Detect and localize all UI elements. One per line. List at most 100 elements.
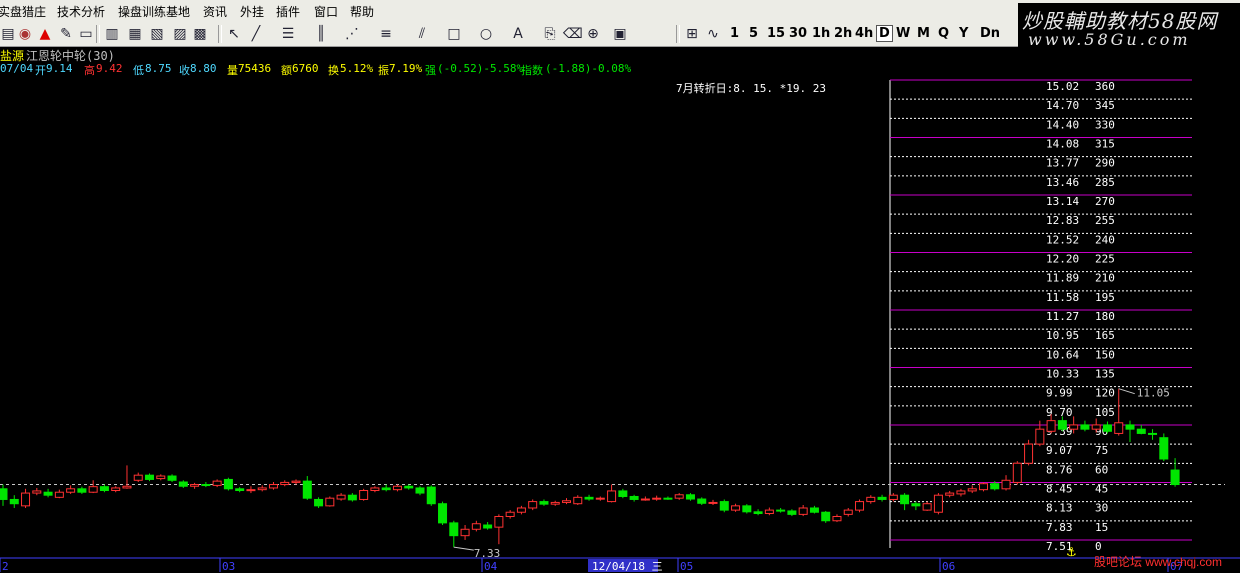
candle-body[interactable] — [776, 509, 786, 512]
candle-body[interactable] — [32, 490, 42, 494]
candle-body[interactable] — [1102, 424, 1112, 432]
candle-body[interactable] — [731, 505, 741, 511]
candle-body[interactable] — [539, 501, 549, 505]
candle-body[interactable] — [66, 488, 76, 493]
candle-body[interactable] — [325, 497, 335, 507]
candle-body[interactable] — [1159, 437, 1169, 460]
candle-body[interactable] — [336, 494, 346, 500]
candle-body[interactable] — [528, 501, 538, 509]
candle-body[interactable] — [426, 486, 436, 505]
candle-body[interactable] — [911, 503, 921, 507]
candle-body[interactable] — [945, 492, 955, 496]
candle-body[interactable] — [821, 511, 831, 522]
period-button-w[interactable]: W — [896, 26, 910, 41]
candle-body[interactable] — [753, 511, 763, 515]
candle-body[interactable] — [99, 486, 109, 492]
line-draw-icon[interactable]: ╱ — [248, 26, 264, 42]
save-icon[interactable]: ▣ — [612, 26, 628, 42]
candle-body[interactable] — [1136, 428, 1146, 434]
candle-body[interactable] — [145, 474, 155, 480]
menu-item-0[interactable]: 实盘猎庄 — [0, 3, 46, 20]
candle-body[interactable] — [1069, 424, 1079, 430]
candle-body[interactable] — [280, 481, 290, 486]
candle-body[interactable] — [1001, 479, 1011, 490]
candle-body[interactable] — [685, 494, 695, 500]
candle-body[interactable] — [1170, 469, 1180, 486]
candle-body[interactable] — [483, 524, 493, 529]
eraser-icon[interactable]: ⌫ — [563, 26, 583, 42]
menu-item-7[interactable]: 帮助 — [350, 3, 374, 20]
candle-body[interactable] — [201, 484, 211, 487]
candle-body[interactable] — [855, 501, 865, 511]
period-button-1h[interactable]: 1h — [812, 26, 830, 41]
candle-body[interactable] — [1024, 443, 1034, 464]
candle-body[interactable] — [618, 490, 628, 497]
text-a-icon[interactable]: A — [510, 26, 526, 42]
candle-body[interactable] — [1080, 424, 1090, 430]
candle-body[interactable] — [359, 490, 369, 500]
candle-body[interactable] — [1125, 424, 1135, 430]
candle-body[interactable] — [235, 488, 245, 492]
candle-body[interactable] — [314, 498, 324, 507]
candle-body[interactable] — [178, 481, 188, 487]
globe-icon[interactable]: ◉ — [17, 26, 33, 42]
candle-body[interactable] — [866, 496, 876, 503]
candle-body[interactable] — [471, 523, 481, 530]
candle-body[interactable] — [584, 496, 594, 500]
candle-body[interactable] — [449, 522, 459, 537]
candle-body[interactable] — [990, 483, 1000, 490]
cursor-icon[interactable]: ↖ — [226, 26, 242, 42]
candle-body[interactable] — [404, 485, 414, 489]
candle-body[interactable] — [111, 487, 121, 492]
period-button-q[interactable]: Q — [938, 26, 949, 41]
menu-item-1[interactable]: 技术分析 — [57, 3, 105, 20]
candle-body[interactable] — [663, 497, 673, 500]
candle-body[interactable] — [223, 478, 233, 490]
menu-item-3[interactable]: 资讯 — [203, 3, 227, 20]
candle-body[interactable] — [809, 507, 819, 513]
parallel-lines-icon[interactable]: ║ — [313, 26, 329, 42]
candle-body[interactable] — [167, 475, 177, 481]
period-button-1[interactable]: 1 — [730, 26, 739, 41]
candle-body[interactable] — [516, 507, 526, 513]
candle-body[interactable] — [21, 492, 31, 507]
candle-body[interactable] — [302, 480, 312, 499]
candle-body[interactable] — [246, 489, 256, 492]
menu-item-6[interactable]: 窗口 — [314, 3, 338, 20]
candle-body[interactable] — [900, 494, 910, 505]
candle-body[interactable] — [798, 507, 808, 515]
candle-body[interactable] — [212, 480, 222, 486]
candle-body[interactable] — [460, 528, 470, 537]
candle-body[interactable] — [43, 491, 53, 496]
alert-bell-icon[interactable]: ▲ — [37, 26, 53, 42]
candle-body[interactable] — [629, 495, 639, 500]
candle-body[interactable] — [1114, 422, 1124, 434]
layout-2-icon[interactable]: ▥ — [104, 26, 120, 42]
candle-body[interactable] — [978, 483, 988, 491]
candle-body[interactable] — [967, 488, 977, 492]
candle-body[interactable] — [764, 509, 774, 515]
period-button-2h[interactable]: 2h — [834, 26, 852, 41]
candle-body[interactable] — [133, 474, 143, 481]
candle-body[interactable] — [573, 496, 583, 505]
layout-6-icon[interactable]: ▩ — [192, 26, 208, 42]
fan-lines-icon[interactable]: ⋰ — [344, 26, 360, 42]
candle-body[interactable] — [257, 487, 267, 491]
period-button-5[interactable]: 5 — [749, 26, 758, 41]
period-button-30[interactable]: 30 — [789, 26, 807, 41]
layout-3-icon[interactable]: ▦ — [127, 26, 143, 42]
candle-body[interactable] — [607, 490, 617, 503]
layout-1-icon[interactable]: ▭ — [78, 26, 94, 42]
candle-body[interactable] — [190, 484, 200, 487]
candle-body[interactable] — [877, 496, 887, 500]
candle-body[interactable] — [0, 488, 8, 500]
candle-body[interactable] — [347, 494, 357, 501]
candle-body[interactable] — [922, 503, 932, 511]
candle-body[interactable] — [88, 486, 98, 493]
candle-body[interactable] — [595, 497, 605, 500]
menu-item-4[interactable]: 外挂 — [240, 3, 264, 20]
menu-item-2[interactable]: 操盘训练基地 — [118, 3, 190, 20]
candle-body[interactable] — [77, 488, 87, 493]
candle-body[interactable] — [550, 501, 560, 505]
candle-body[interactable] — [697, 498, 707, 504]
